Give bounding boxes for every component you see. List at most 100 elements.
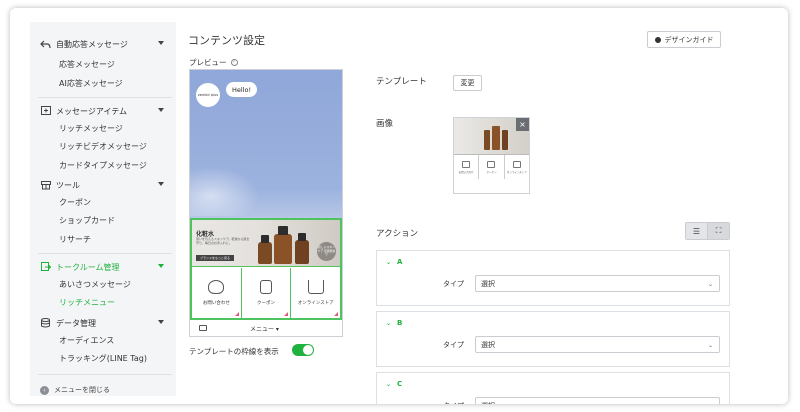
bottle-image xyxy=(492,126,500,150)
sidebar-group-message-items[interactable]: メッセージアイテム xyxy=(40,102,170,120)
database-icon xyxy=(40,318,51,329)
message-plus-icon xyxy=(40,106,51,117)
chat-area: zenkid plus Hello! xyxy=(190,70,342,218)
action-header[interactable]: ⌄ C xyxy=(386,380,402,388)
sidebar: 自動応答メッセージ 応答メッセージ AI応答メッセージ メッセージアイテム リッ… xyxy=(30,22,176,396)
chat-bubble: Hello! xyxy=(226,82,258,97)
sidebar-item-coupon[interactable]: クーポン xyxy=(59,196,91,210)
thumbnail-cells: お問い合わせ クーポン オンラインストア xyxy=(454,154,529,179)
page-title: コンテンツ設定 xyxy=(188,34,265,47)
toggle-knob xyxy=(303,345,313,355)
image-label: 画像 xyxy=(376,119,394,129)
rich-menu-area[interactable]: 化粧水 潤いを与えるスキンケア。乾燥から肌を守り、毎日のお手入れに。 ブランドを… xyxy=(190,218,342,320)
sidebar-item-audience[interactable]: オーディエンス xyxy=(59,334,114,348)
action-name: A xyxy=(397,258,403,266)
chevron-down-icon[interactable] xyxy=(158,264,164,268)
bottle-cap xyxy=(298,233,306,241)
bottle-image xyxy=(274,234,292,264)
sidebar-item-card-type[interactable]: カードタイプメッセージ xyxy=(59,159,147,173)
type-select[interactable]: 選択 ⌄ xyxy=(475,336,720,353)
thumbnail-cell-label: お問い合わせ xyxy=(458,170,474,174)
close-menu-label: メニューを閉じる xyxy=(54,386,110,394)
chat-footer: メニュー ▾ xyxy=(190,320,342,336)
type-label: タイプ xyxy=(443,341,464,349)
avatar: zenkid plus xyxy=(196,83,220,107)
image-thumbnail[interactable]: お問い合わせ クーポン オンラインストア × xyxy=(453,117,530,194)
preview-label: プレビュー ? xyxy=(189,57,238,68)
rich-menu-cells: お問い合わせ クーポン オンラインストア xyxy=(192,268,340,318)
remove-image-icon[interactable]: × xyxy=(516,118,529,131)
rich-cell-coupon[interactable]: クーポン xyxy=(242,268,292,318)
expand-view-icon[interactable]: ⛶ xyxy=(707,223,729,239)
bottle-cap xyxy=(278,226,288,235)
rich-cell-contact[interactable]: お問い合わせ xyxy=(192,268,242,318)
type-label: タイプ xyxy=(443,280,464,288)
type-select[interactable]: 選択 xyxy=(475,397,720,404)
cell-label: オンラインストア xyxy=(297,301,334,306)
chevron-down-icon[interactable] xyxy=(158,320,164,324)
rich-cell-store[interactable]: オンラインストア xyxy=(291,268,340,318)
chevron-down-icon: ⌄ xyxy=(386,319,392,327)
change-template-button[interactable]: 変更 xyxy=(453,75,482,91)
sidebar-item-shop-card[interactable]: ショップカード xyxy=(59,214,115,228)
select-value: 選択 xyxy=(481,340,495,349)
sidebar-group-label: トークルーム管理 xyxy=(56,262,120,272)
chevron-down-icon[interactable] xyxy=(158,182,164,186)
chat-icon xyxy=(462,160,471,168)
sidebar-item-tracking[interactable]: トラッキング(LINE Tag) xyxy=(59,352,147,366)
sidebar-group-tools[interactable]: ツール xyxy=(40,176,170,194)
type-select[interactable]: 選択 ⌄ xyxy=(475,275,720,292)
action-card-c: ⌄C タイプ 選択 xyxy=(376,372,730,404)
design-guide-button[interactable]: デザインガイド xyxy=(647,31,721,48)
sidebar-item-research[interactable]: リサーチ xyxy=(59,233,91,247)
bottle-cap xyxy=(261,235,269,243)
coupon-icon xyxy=(487,160,496,168)
thumbnail-cell: お問い合わせ xyxy=(454,155,480,179)
chevron-down-icon[interactable] xyxy=(158,41,164,45)
cell-label: お問い合わせ xyxy=(202,301,230,306)
sidebar-item-rich-menu[interactable]: リッチメニュー xyxy=(59,296,115,310)
list-view-icon[interactable]: ☰ xyxy=(686,223,707,239)
sidebar-group-label: ツール xyxy=(56,180,80,190)
type-label: タイプ xyxy=(443,401,464,404)
sidebar-item-greeting[interactable]: あいさつメッセージ xyxy=(59,278,131,292)
sidebar-group-label: 自動応答メッセージ xyxy=(56,39,128,49)
sidebar-item-response-message[interactable]: 応答メッセージ xyxy=(59,58,115,72)
chevron-down-icon: ⌄ xyxy=(386,380,392,388)
thumbnail-cell: オンラインストア xyxy=(505,155,529,179)
corner-marker xyxy=(284,312,289,316)
cart-icon xyxy=(307,280,324,294)
help-icon[interactable]: ? xyxy=(230,59,238,66)
sidebar-item-rich-video[interactable]: リッチビデオメッセージ xyxy=(59,140,147,154)
sidebar-group-data[interactable]: データ管理 xyxy=(40,314,170,332)
keyboard-icon[interactable] xyxy=(199,325,207,331)
close-menu-button[interactable]: ‹ メニューを閉じる xyxy=(40,385,110,395)
bottle-image xyxy=(484,130,490,150)
chevron-down-icon[interactable] xyxy=(158,108,164,112)
rich-menu-banner[interactable]: 化粧水 潤いを与えるスキンケア。乾燥から肌を守り、毎日のお手入れに。 ブランドを… xyxy=(192,220,340,267)
chevron-down-icon: ⌄ xyxy=(707,342,713,349)
chat-manage-icon xyxy=(40,262,51,273)
banner-button: ブランドをもっと見る xyxy=(196,255,234,261)
sidebar-group-auto-reply[interactable]: 自動応答メッセージ xyxy=(40,35,170,53)
sidebar-group-talkroom[interactable]: トークルーム管理 xyxy=(40,258,170,276)
guide-icon xyxy=(654,36,661,43)
view-toggle: ☰ ⛶ xyxy=(685,222,730,240)
banner-description: 潤いを与えるスキンケア。乾燥から肌を守り、毎日のお手入れに。 xyxy=(196,237,250,245)
action-card-a: ⌄ A タイプ 選択 ⌄ xyxy=(376,250,730,306)
divider xyxy=(38,97,172,98)
bottle-image xyxy=(258,242,272,264)
action-name: C xyxy=(397,380,403,388)
thumbnail-cell-label: クーポン xyxy=(486,170,497,174)
cloud-decoration xyxy=(190,166,260,216)
divider xyxy=(38,374,172,375)
sidebar-item-rich-message[interactable]: リッチメッセージ xyxy=(59,122,123,136)
menu-toggle[interactable]: メニュー ▾ xyxy=(250,324,279,333)
action-header[interactable]: ⌄ B xyxy=(386,319,402,327)
chat-icon xyxy=(208,280,225,294)
promo-badge: 新しいスキンケア 定期便あり xyxy=(317,242,336,261)
template-border-toggle[interactable] xyxy=(292,344,314,356)
collapse-icon: ‹ xyxy=(40,385,49,395)
action-header[interactable]: ⌄ A xyxy=(386,258,402,266)
sidebar-item-ai-response[interactable]: AI応答メッセージ xyxy=(59,77,123,91)
